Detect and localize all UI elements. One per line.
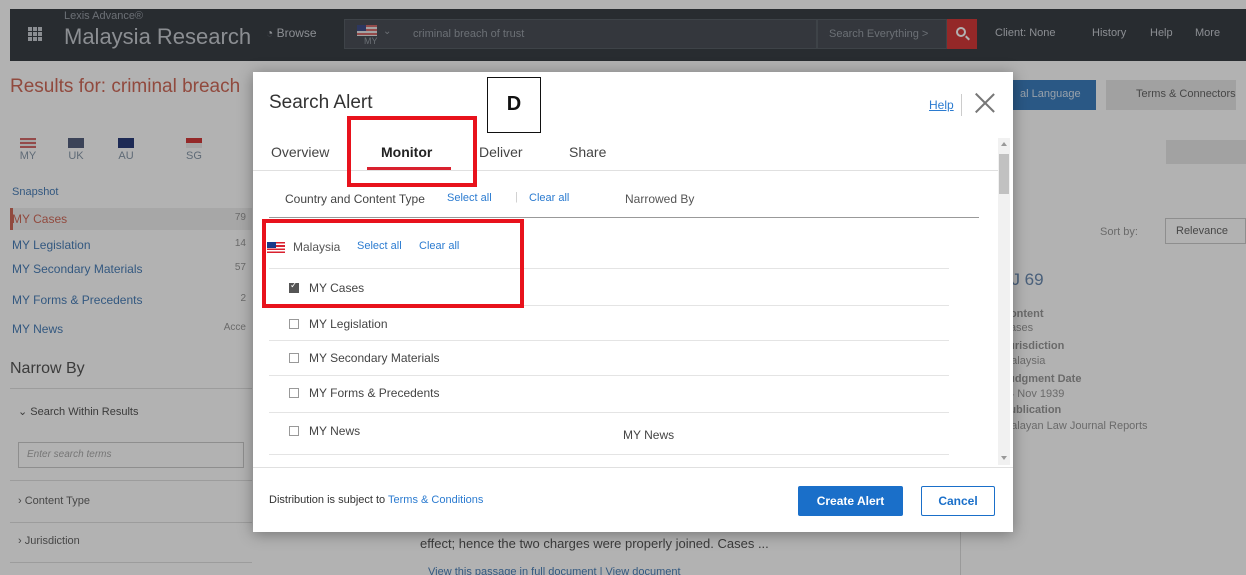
checkbox-my-secondary-materials[interactable] bbox=[289, 353, 299, 363]
header-select-all-link[interactable]: Select all bbox=[447, 192, 492, 204]
help-link[interactable]: Help bbox=[929, 98, 954, 112]
content-type-my-legislation: MY Legislation bbox=[309, 317, 388, 331]
dialog-title: Search Alert bbox=[269, 92, 373, 113]
annotation-box-malaysia-cases bbox=[262, 219, 524, 308]
terms-conditions-link[interactable]: Terms & Conditions bbox=[388, 494, 483, 506]
annotation-marker: D bbox=[487, 77, 541, 133]
scroll-down-icon[interactable] bbox=[1001, 456, 1007, 460]
checkbox-my-forms-precedents[interactable] bbox=[289, 388, 299, 398]
content-type-my-forms-precedents: MY Forms & Precedents bbox=[309, 386, 440, 400]
scrollbar-thumb[interactable] bbox=[999, 154, 1009, 194]
tab-overview[interactable]: Overview bbox=[271, 144, 329, 160]
checkbox-my-news[interactable] bbox=[289, 426, 299, 436]
tab-share[interactable]: Share bbox=[569, 144, 606, 160]
content-type-my-secondary-materials: MY Secondary Materials bbox=[309, 351, 440, 365]
tab-deliver[interactable]: Deliver bbox=[479, 144, 523, 160]
content-type-my-news: MY News bbox=[309, 424, 361, 438]
narrowed-by-label: Narrowed By bbox=[625, 192, 695, 206]
checkbox-my-legislation[interactable] bbox=[289, 319, 299, 329]
create-alert-button[interactable]: Create Alert bbox=[798, 486, 903, 516]
scroll-up-icon[interactable] bbox=[1001, 142, 1007, 146]
header-clear-all-link[interactable]: Clear all bbox=[529, 192, 569, 204]
cancel-button[interactable]: Cancel bbox=[921, 486, 995, 516]
close-icon[interactable] bbox=[975, 90, 995, 116]
narrowed-by-value: MY News bbox=[623, 428, 675, 442]
country-content-type-label: Country and Content Type bbox=[285, 192, 425, 206]
distribution-notice: Distribution is subject to Terms & Condi… bbox=[269, 494, 484, 506]
dialog-scrollbar[interactable] bbox=[998, 138, 1010, 465]
annotation-box-monitor-tab bbox=[347, 116, 477, 187]
